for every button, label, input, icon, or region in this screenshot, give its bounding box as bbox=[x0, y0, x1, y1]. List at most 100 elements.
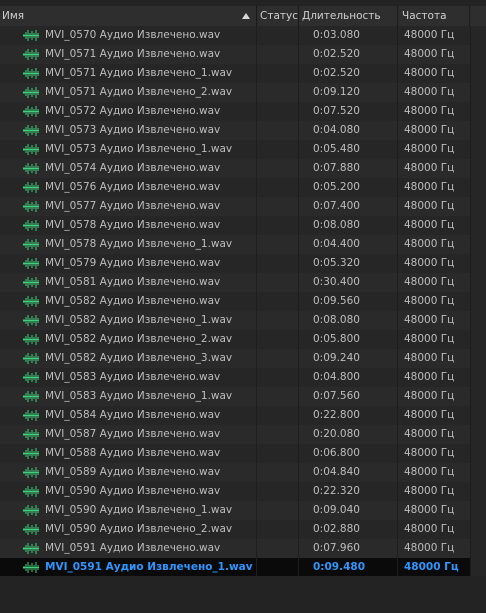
file-name: MVI_0583 Аудио Извлечено.wav bbox=[45, 371, 221, 383]
file-sample-rate: 48000 Гц bbox=[404, 295, 455, 307]
file-name-cell: MVI_0573 Аудио Извлечено.wav bbox=[23, 121, 256, 140]
file-row[interactable]: MVI_0590 Аудио Извлечено.wav 0:22.320 4800… bbox=[0, 482, 470, 501]
file-duration: 0:07.560 bbox=[313, 390, 360, 402]
file-name-cell: MVI_0590 Аудио Извлечено.wav bbox=[23, 482, 256, 501]
file-name-cell: MVI_0571 Аудио Извлечено_1.wav bbox=[23, 64, 256, 83]
file-sample-rate: 48000 Гц bbox=[404, 257, 455, 269]
file-sample-rate: 48000 Гц bbox=[404, 219, 455, 231]
file-sample-rate-cell: 48000 Гц bbox=[404, 330, 470, 349]
file-row[interactable]: MVI_0576 Аудио Извлечено.wav 0:05.200 4800… bbox=[0, 178, 470, 197]
file-sample-rate: 48000 Гц bbox=[404, 238, 455, 250]
file-row[interactable]: MVI_0583 Аудио Извлечено.wav 0:04.800 4800… bbox=[0, 368, 470, 387]
file-row[interactable]: MVI_0579 Аудио Извлечено.wav 0:05.320 4800… bbox=[0, 254, 470, 273]
file-row[interactable]: MVI_0582 Аудио Извлечено_2.wav 0:05.800 48… bbox=[0, 330, 470, 349]
file-duration: 0:09.120 bbox=[313, 86, 360, 98]
file-sample-rate: 48000 Гц bbox=[404, 86, 455, 98]
file-duration-cell: 0:09.040 bbox=[313, 501, 393, 520]
column-divider[interactable] bbox=[469, 6, 470, 26]
file-name: MVI_0574 Аудио Извлечено.wav bbox=[45, 162, 221, 174]
vertical-scrollbar[interactable] bbox=[470, 26, 486, 576]
file-sample-rate-cell: 48000 Гц bbox=[404, 45, 470, 64]
file-duration-cell: 0:08.080 bbox=[313, 216, 393, 235]
file-row[interactable]: MVI_0588 Аудио Извлечено.wav 0:06.800 4800… bbox=[0, 444, 470, 463]
file-row[interactable]: MVI_0589 Аудио Извлечено.wav 0:04.840 4800… bbox=[0, 463, 470, 482]
column-header-status[interactable]: Статус bbox=[257, 6, 298, 26]
file-duration: 0:09.560 bbox=[313, 295, 360, 307]
sort-ascending-icon[interactable] bbox=[242, 13, 250, 19]
file-sample-rate: 48000 Гц bbox=[404, 390, 455, 402]
file-duration: 0:02.520 bbox=[313, 48, 360, 60]
file-row[interactable]: MVI_0573 Аудио Извлечено.wav 0:04.080 4800… bbox=[0, 121, 470, 140]
file-name-cell: MVI_0590 Аудио Извлечено_1.wav bbox=[23, 501, 256, 520]
file-duration: 0:09.480 bbox=[313, 561, 366, 573]
file-row[interactable]: MVI_0577 Аудио Извлечено.wav 0:07.400 4800… bbox=[0, 197, 470, 216]
file-row[interactable]: MVI_0587 Аудио Извлечено.wav 0:20.080 4800… bbox=[0, 425, 470, 444]
file-duration-cell: 0:04.080 bbox=[313, 121, 393, 140]
file-name-cell: MVI_0583 Аудио Извлечено.wav bbox=[23, 368, 256, 387]
file-row[interactable]: MVI_0571 Аудио Извлечено_1.wav 0:02.520 48… bbox=[0, 64, 470, 83]
file-name: MVI_0588 Аудио Извлечено.wav bbox=[45, 447, 221, 459]
file-sample-rate-cell: 48000 Гц bbox=[404, 501, 470, 520]
file-list-panel: Имя Статус Длительность Частота MVI_0570… bbox=[0, 0, 486, 613]
file-sample-rate-cell: 48000 Гц bbox=[404, 463, 470, 482]
file-duration-cell: 0:02.880 bbox=[313, 520, 393, 539]
file-row[interactable]: MVI_0590 Аудио Извлечено_2.wav 0:02.880 48… bbox=[0, 520, 470, 539]
file-row[interactable]: MVI_0590 Аудио Извлечено_1.wav 0:09.040 48… bbox=[0, 501, 470, 520]
file-name: MVI_0584 Аудио Извлечено.wav bbox=[45, 409, 221, 421]
file-sample-rate-cell: 48000 Гц bbox=[404, 444, 470, 463]
file-row[interactable]: MVI_0591 Аудио Извлечено_1.wav 0:09.480 48… bbox=[0, 558, 470, 577]
file-row[interactable]: MVI_0574 Аудио Извлечено.wav 0:07.880 4800… bbox=[0, 159, 470, 178]
file-sample-rate: 48000 Гц bbox=[404, 124, 455, 136]
file-row[interactable]: MVI_0581 Аудио Извлечено.wav 0:30.400 4800… bbox=[0, 273, 470, 292]
file-duration: 0:07.400 bbox=[313, 200, 360, 212]
file-sample-rate: 48000 Гц bbox=[404, 352, 455, 364]
file-sample-rate: 48000 Гц bbox=[404, 333, 455, 345]
file-row[interactable]: MVI_0578 Аудио Извлечено_1.wav 0:04.400 48… bbox=[0, 235, 470, 254]
file-row[interactable]: MVI_0578 Аудио Извлечено.wav 0:08.080 4800… bbox=[0, 216, 470, 235]
file-row[interactable]: MVI_0571 Аудио Извлечено.wav 0:02.520 4800… bbox=[0, 45, 470, 64]
file-row[interactable]: MVI_0582 Аудио Извлечено_3.wav 0:09.240 48… bbox=[0, 349, 470, 368]
file-sample-rate-cell: 48000 Гц bbox=[404, 482, 470, 501]
file-sample-rate-cell: 48000 Гц bbox=[404, 178, 470, 197]
file-name: MVI_0582 Аудио Извлечено_3.wav bbox=[45, 352, 233, 364]
file-row[interactable]: MVI_0572 Аудио Извлечено.wav 0:07.520 4800… bbox=[0, 102, 470, 121]
file-name-cell: MVI_0591 Аудио Извлечено_1.wav bbox=[23, 558, 256, 577]
file-row[interactable]: MVI_0582 Аудио Извлечено.wav 0:09.560 4800… bbox=[0, 292, 470, 311]
file-name-cell: MVI_0573 Аудио Извлечено_1.wav bbox=[23, 140, 256, 159]
column-header-rate[interactable]: Частота bbox=[398, 6, 468, 26]
file-row[interactable]: MVI_0570 Аудио Извлечено.wav 0:03.080 4800… bbox=[0, 26, 470, 45]
file-sample-rate: 48000 Гц bbox=[404, 371, 455, 383]
file-duration: 0:05.480 bbox=[313, 143, 360, 155]
file-duration-cell: 0:20.080 bbox=[313, 425, 393, 444]
file-name: MVI_0571 Аудио Извлечено_1.wav bbox=[45, 67, 233, 79]
file-name: MVI_0571 Аудио Извлечено_2.wav bbox=[45, 86, 233, 98]
file-duration: 0:06.800 bbox=[313, 447, 360, 459]
file-duration-cell: 0:07.520 bbox=[313, 102, 393, 121]
file-row[interactable]: MVI_0582 Аудио Извлечено_1.wav 0:08.080 48… bbox=[0, 311, 470, 330]
file-duration: 0:04.800 bbox=[313, 371, 360, 383]
file-duration-cell: 0:04.800 bbox=[313, 368, 393, 387]
file-name-cell: MVI_0583 Аудио Извлечено_1.wav bbox=[23, 387, 256, 406]
file-name-cell: MVI_0576 Аудио Извлечено.wav bbox=[23, 178, 256, 197]
column-header-duration[interactable]: Длительность bbox=[299, 6, 397, 26]
column-gridline bbox=[256, 26, 257, 576]
file-sample-rate-cell: 48000 Гц bbox=[404, 292, 470, 311]
file-sample-rate: 48000 Гц bbox=[404, 447, 455, 459]
file-duration: 0:05.800 bbox=[313, 333, 360, 345]
file-row[interactable]: MVI_0591 Аудио Извлечено.wav 0:07.960 4800… bbox=[0, 539, 470, 558]
file-duration: 0:04.080 bbox=[313, 124, 360, 136]
file-name: MVI_0589 Аудио Извлечено.wav bbox=[45, 466, 221, 478]
file-row[interactable]: MVI_0571 Аудио Извлечено_2.wav 0:09.120 48… bbox=[0, 83, 470, 102]
file-duration-cell: 0:03.080 bbox=[313, 26, 393, 45]
column-gridline bbox=[397, 26, 398, 576]
file-row[interactable]: MVI_0573 Аудио Извлечено_1.wav 0:05.480 48… bbox=[0, 140, 470, 159]
file-sample-rate: 48000 Гц bbox=[404, 523, 455, 535]
file-row[interactable]: MVI_0583 Аудио Извлечено_1.wav 0:07.560 48… bbox=[0, 387, 470, 406]
file-duration: 0:30.400 bbox=[313, 276, 360, 288]
file-duration: 0:08.080 bbox=[313, 314, 360, 326]
column-header-name[interactable]: Имя bbox=[0, 6, 256, 26]
file-name-cell: MVI_0577 Аудио Извлечено.wav bbox=[23, 197, 256, 216]
file-duration: 0:22.800 bbox=[313, 409, 360, 421]
file-name: MVI_0576 Аудио Извлечено.wav bbox=[45, 181, 221, 193]
file-row[interactable]: MVI_0584 Аудио Извлечено.wav 0:22.800 4800… bbox=[0, 406, 470, 425]
